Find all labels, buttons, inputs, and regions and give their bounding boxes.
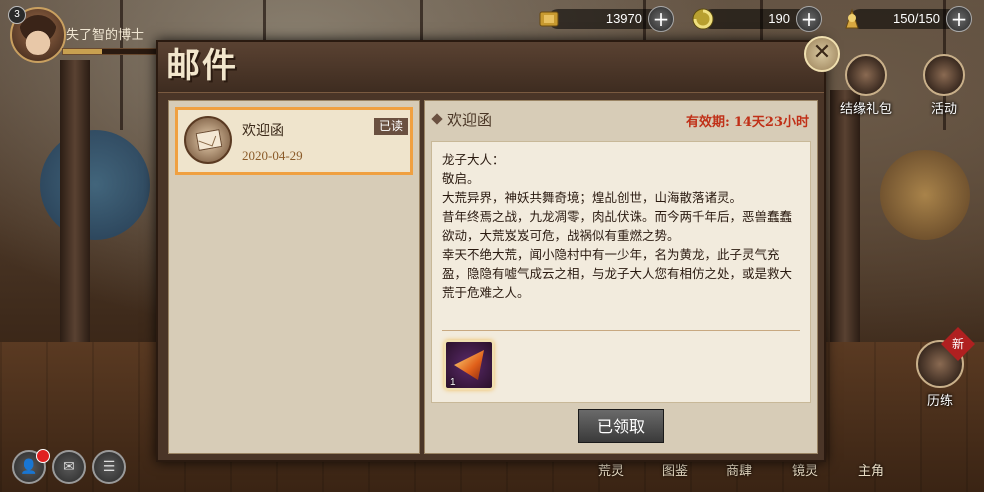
training-button[interactable]: 新 历练 [914, 327, 975, 409]
validity-text: 有效期: 14天23小时 [682, 111, 809, 130]
gold-value: 13970 [605, 11, 642, 26]
crystal-shard-icon [454, 350, 484, 380]
mail-button[interactable]: ✉ [52, 450, 86, 484]
gold-coin-icon [536, 6, 562, 32]
reward-item[interactable]: 1 [444, 340, 494, 390]
close-button[interactable]: ✕ [804, 36, 840, 72]
activity-button[interactable]: 活动 [918, 54, 970, 117]
gift-pack-button[interactable]: 结缘礼包 [834, 54, 898, 117]
divider [442, 330, 800, 331]
resource-stamina: 150/150 + [838, 6, 974, 32]
letter-line: 龙子大人： [442, 152, 505, 167]
tab-spirits[interactable]: 荒灵 [598, 460, 624, 479]
mail-title: 邮件 [166, 46, 238, 86]
mail-dialog: 邮件 欢迎函 2020-04-29 已读 欢迎函 有效期: 14天23小时 龙子大… [156, 40, 826, 462]
close-icon: ✕ [812, 40, 832, 65]
player-level-badge: 3 [8, 6, 26, 24]
validity-label: 有效期: [686, 115, 730, 130]
envelope-icon: ✉ [63, 459, 75, 475]
activity-label: 活动 [930, 102, 957, 117]
avatar-portrait [18, 15, 58, 55]
resource-crystal: 190 + [690, 6, 822, 32]
tab-mirror-spirits[interactable]: 镜灵 [792, 460, 818, 479]
validity-value: 14天23小时 [733, 115, 809, 130]
add-crystal-button[interactable]: + [796, 6, 822, 32]
stamina-icon [838, 6, 864, 32]
mail-header: 邮件 [158, 42, 824, 93]
mail-list: 欢迎函 2020-04-29 已读 [168, 100, 420, 454]
stamina-value: 150/150 [893, 11, 940, 26]
add-gold-button[interactable]: + [648, 6, 674, 32]
friends-button[interactable]: 👤 [12, 449, 50, 484]
mail-body[interactable]: 龙子大人： 敬启。 大荒异界，神妖共舞奇境；煌乩创世，山海散落诸灵。 昔年终焉之… [431, 141, 811, 403]
tab-shop[interactable]: 商肆 [726, 460, 752, 479]
mail-detail-subject: 欢迎函 [447, 111, 493, 129]
add-stamina-button[interactable]: + [946, 6, 972, 32]
letter-icon [184, 116, 232, 164]
mail-detail-header: 欢迎函 有效期: 14天23小时 [425, 101, 817, 139]
player-name: 失了智的博士 [66, 28, 145, 43]
letter-line: 幸天不绝大荒，闻小隐村中有一少年，名为黄龙，此子灵气充盈，隐隐有嘘气成云之相，与… [442, 247, 793, 300]
tab-protagonist[interactable]: 主角 [858, 460, 884, 479]
mail-detail: 欢迎函 有效期: 14天23小时 龙子大人： 敬启。 大荒异界，神妖共舞奇境；煌乩… [424, 100, 818, 454]
reward-quantity: 1 [450, 377, 456, 388]
player-exp-bar [62, 48, 162, 55]
gift-pack-icon [845, 54, 887, 96]
crystal-value: 190 [768, 11, 790, 26]
list-button[interactable]: ☰ [92, 450, 126, 484]
notification-dot [36, 449, 50, 463]
swirl-crystal-icon [690, 6, 716, 32]
claimed-button[interactable]: 已领取 [578, 409, 664, 443]
letter-line: 昔年终焉之战，九龙凋零，肉乩伏诛。而今两千年后，恶兽蠢蠢欲动，大荒岌岌可危，战祸… [442, 209, 793, 243]
tab-codex[interactable]: 图鉴 [662, 460, 688, 479]
mail-list-item[interactable]: 欢迎函 2020-04-29 已读 [175, 107, 413, 175]
letter-line: 敬启。 [442, 171, 480, 186]
letter-text: 龙子大人： 敬启。 大荒异界，神妖共舞奇境；煌乩创世，山海散落诸灵。 昔年终焉之… [442, 150, 802, 310]
gift-pack-label: 结缘礼包 [839, 102, 892, 117]
activity-icon [923, 54, 965, 96]
read-status-badge: 已读 [374, 118, 408, 135]
diamond-icon [431, 113, 443, 125]
letter-line: 大荒异界，神妖共舞奇境；煌乩创世，山海散落诸灵。 [442, 190, 743, 205]
resource-gold: 13970 + [536, 6, 676, 32]
list-icon: ☰ [102, 459, 116, 475]
training-label: 历练 [926, 394, 953, 409]
mail-item-subject: 欢迎函 [242, 123, 284, 139]
mail-item-date: 2020-04-29 [242, 148, 303, 163]
